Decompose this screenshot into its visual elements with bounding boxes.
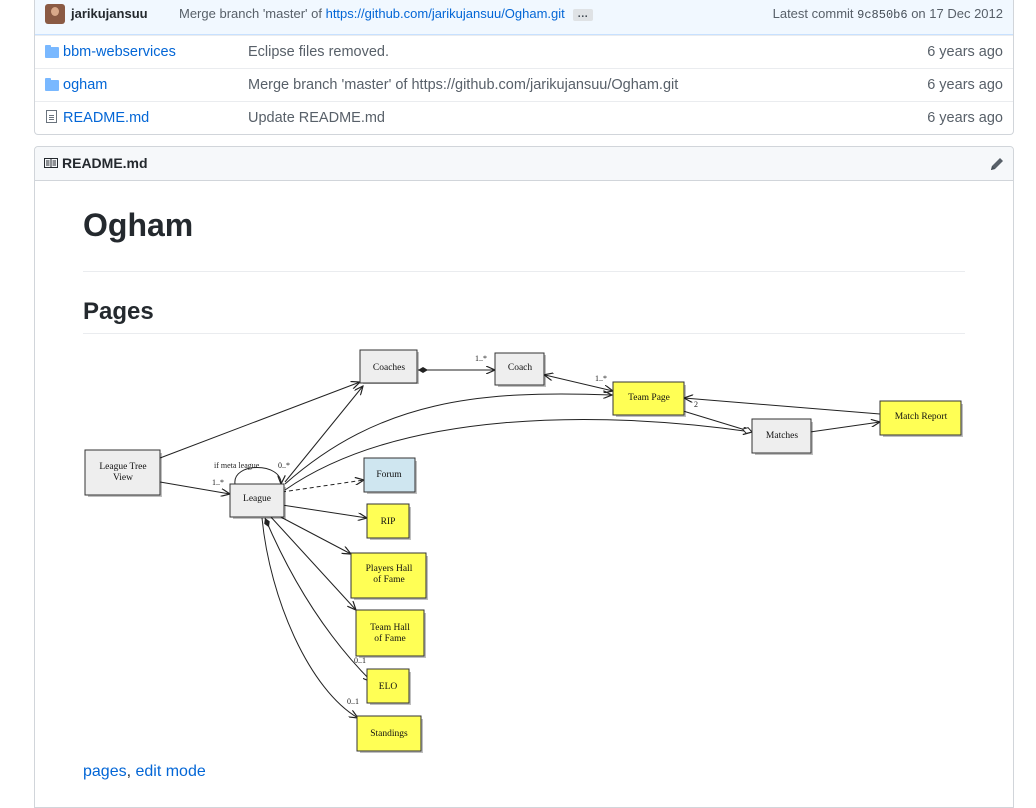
divider	[83, 333, 965, 334]
ellipsis-button[interactable]: …	[572, 8, 593, 21]
edit-mode-link[interactable]: edit mode	[135, 763, 205, 780]
latest-commit-bar: jarikujansuu Merge branch 'master' of ht…	[35, 0, 1013, 35]
readme-links: pages, edit mode	[83, 763, 206, 781]
file-age: 6 years ago	[927, 44, 1003, 60]
readme-header: README.md	[35, 147, 1013, 181]
file-age: 6 years ago	[927, 77, 1003, 93]
latest-commit-label: Latest commit	[772, 6, 854, 21]
avatar[interactable]	[45, 4, 65, 24]
file-row-readme: README.md Update README.md 6 years ago	[35, 101, 1013, 135]
file-link[interactable]: bbm-webservices	[63, 36, 176, 69]
commit-message-link[interactable]: https://github.com/jarikujansuu/Ogham.gi…	[326, 6, 565, 21]
file-list: jarikujansuu Merge branch 'master' of ht…	[34, 0, 1014, 135]
folder-icon	[45, 45, 59, 58]
pages-link[interactable]: pages	[83, 763, 127, 780]
readme-panel: README.md Ogham Pages pages, edit mode	[34, 146, 1014, 808]
commit-sha-link[interactable]: 9c850b6	[857, 8, 907, 22]
folder-icon	[45, 78, 59, 91]
readme-title: README.md	[62, 155, 148, 171]
pencil-icon[interactable]	[989, 156, 1005, 172]
latest-commit-info: Latest commit 9c850b6 on 17 Dec 2012	[773, 0, 1003, 29]
file-commit-message[interactable]: Update README.md	[248, 102, 385, 135]
file-link[interactable]: README.md	[63, 102, 149, 135]
file-link[interactable]: ogham	[63, 69, 107, 102]
file-row-ogham: ogham Merge branch 'master' of https://g…	[35, 68, 1013, 102]
file-row-bbm-webservices: bbm-webservices Eclipse files removed. 6…	[35, 35, 1013, 69]
commit-date: on 17 Dec 2012	[911, 6, 1003, 21]
file-icon	[45, 110, 57, 124]
commit-message: Merge branch 'master' of https://github.…	[179, 0, 593, 28]
commit-message-text: Merge branch 'master' of	[179, 6, 326, 21]
divider	[83, 271, 965, 272]
commit-author-link[interactable]: jarikujansuu	[71, 0, 148, 28]
file-age: 6 years ago	[927, 110, 1003, 126]
book-icon	[44, 158, 58, 168]
readme-heading-pages: Pages	[83, 298, 154, 325]
file-commit-message[interactable]: Merge branch 'master' of https://github.…	[248, 69, 678, 102]
readme-heading-ogham: Ogham	[83, 207, 194, 243]
file-commit-message[interactable]: Eclipse files removed.	[248, 36, 389, 69]
